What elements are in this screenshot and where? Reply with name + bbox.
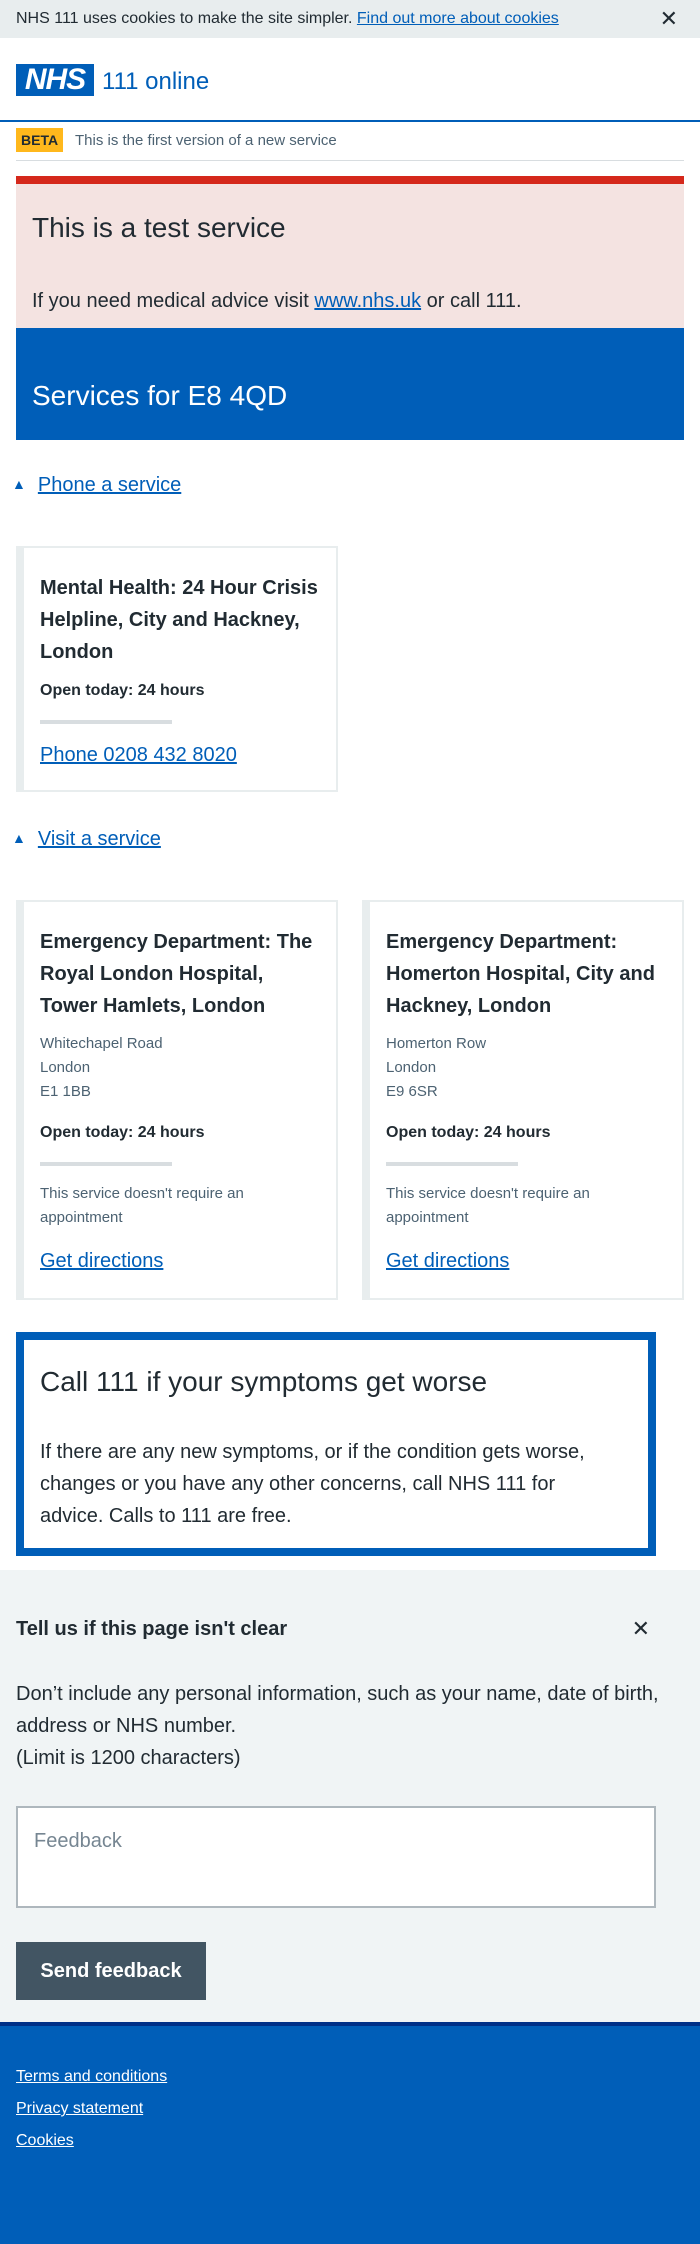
services-banner: Services for E8 4QD xyxy=(16,328,684,440)
feedback-privacy-text: Don’t include any personal information, … xyxy=(16,1683,659,1737)
feedback-limit: (Limit is 1200 characters) xyxy=(16,1747,241,1769)
test-service-panel: This is a test service If you need medic… xyxy=(16,176,684,336)
feedback-panel: Tell us if this page isn't clear ✕ Don’t… xyxy=(0,1570,700,2022)
test-message-suffix: or call 111. xyxy=(426,290,522,312)
footer-link-cookies[interactable]: Cookies xyxy=(16,2132,74,2150)
get-directions-link[interactable]: Get directions xyxy=(386,1250,509,1273)
beta-text: This is the first version of a new servi… xyxy=(75,132,337,149)
nhs-uk-link[interactable]: www.nhs.uk xyxy=(314,290,421,312)
get-directions-link[interactable]: Get directions xyxy=(40,1250,163,1273)
footer-link-terms[interactable]: Terms and conditions xyxy=(16,2068,167,2086)
visit-service-card: Emergency Department: The Royal London H… xyxy=(16,900,338,1300)
feedback-description: Don’t include any personal information, … xyxy=(16,1678,660,1774)
visit-service-card: Emergency Department: Homerton Hospital,… xyxy=(362,900,684,1300)
beta-tag: BETA xyxy=(16,128,64,152)
address-line: Whitechapel Road xyxy=(40,1035,163,1052)
visit-section-toggle[interactable]: ▲ Visit a service xyxy=(12,828,161,851)
cookie-banner: NHS 111 uses cookies to make the site si… xyxy=(0,0,700,38)
care-card: Call 111 if your symptoms get worse If t… xyxy=(16,1332,656,1556)
footer-link-privacy[interactable]: Privacy statement xyxy=(16,2100,143,2118)
address-line: London xyxy=(386,1059,437,1076)
send-feedback-button[interactable]: Send feedback xyxy=(16,1942,206,2000)
close-icon[interactable]: ✕ xyxy=(632,1616,650,1642)
test-service-title: This is a test service xyxy=(32,212,286,243)
address-line: Homerton Row xyxy=(386,1035,487,1052)
appointment-note: This service doesn't require an appointm… xyxy=(40,1185,244,1226)
opening-times: Open today: 24 hours xyxy=(40,1124,205,1141)
feedback-input[interactable] xyxy=(16,1806,656,1908)
care-card-text: If there are any new symptoms, or if the… xyxy=(40,1441,585,1527)
triangle-up-icon: ▲ xyxy=(12,476,26,492)
address-line: E9 6SR xyxy=(386,1083,438,1100)
site-footer: Terms and conditions Privacy statement C… xyxy=(0,2022,700,2244)
divider xyxy=(40,1162,172,1166)
opening-times: Open today: 24 hours xyxy=(386,1124,551,1141)
address: Whitechapel Road London E1 1BB xyxy=(40,1032,163,1104)
care-card-title: Call 111 if your symptoms get worse xyxy=(40,1366,488,1397)
card-title: Mental Health: 24 Hour Crisis Helpline, … xyxy=(40,577,318,663)
cookie-info-link[interactable]: Find out more about cookies xyxy=(357,10,559,27)
feedback-heading: Tell us if this page isn't clear xyxy=(16,1618,288,1640)
page-title: Services for E8 4QD xyxy=(32,380,288,411)
phase-banner: BETA This is the first version of a new … xyxy=(16,124,684,161)
phone-number-link[interactable]: Phone 0208 432 8020 xyxy=(40,744,237,767)
card-title: Emergency Department: The Royal London H… xyxy=(40,931,313,1017)
nhs-logo[interactable]: NHS xyxy=(16,64,94,96)
triangle-up-icon: ▲ xyxy=(12,830,26,846)
visit-section-link[interactable]: Visit a service xyxy=(38,828,161,850)
test-service-message: If you need medical advice visit www.nhs… xyxy=(32,290,522,313)
nhs-logo-text: NHS xyxy=(24,63,86,96)
service-name[interactable]: 111 online xyxy=(102,68,209,96)
address-line: London xyxy=(40,1059,91,1076)
close-icon[interactable]: ✕ xyxy=(660,6,678,32)
divider xyxy=(40,720,172,724)
address-line: E1 1BB xyxy=(40,1083,91,1100)
cookie-text: NHS 111 uses cookies to make the site si… xyxy=(16,10,353,27)
phone-section-link[interactable]: Phone a service xyxy=(38,474,181,496)
phone-section-toggle[interactable]: ▲ Phone a service xyxy=(12,474,181,497)
phone-service-card: Mental Health: 24 Hour Crisis Helpline, … xyxy=(16,546,338,792)
appointment-note: This service doesn't require an appointm… xyxy=(386,1185,590,1226)
address: Homerton Row London E9 6SR xyxy=(386,1032,486,1104)
opening-times: Open today: 24 hours xyxy=(40,682,205,699)
site-header: NHS 111 online xyxy=(0,38,700,122)
test-message-prefix: If you need medical advice visit xyxy=(32,290,309,312)
divider xyxy=(386,1162,518,1166)
cookie-message: NHS 111 uses cookies to make the site si… xyxy=(16,10,559,28)
card-title: Emergency Department: Homerton Hospital,… xyxy=(386,931,655,1017)
